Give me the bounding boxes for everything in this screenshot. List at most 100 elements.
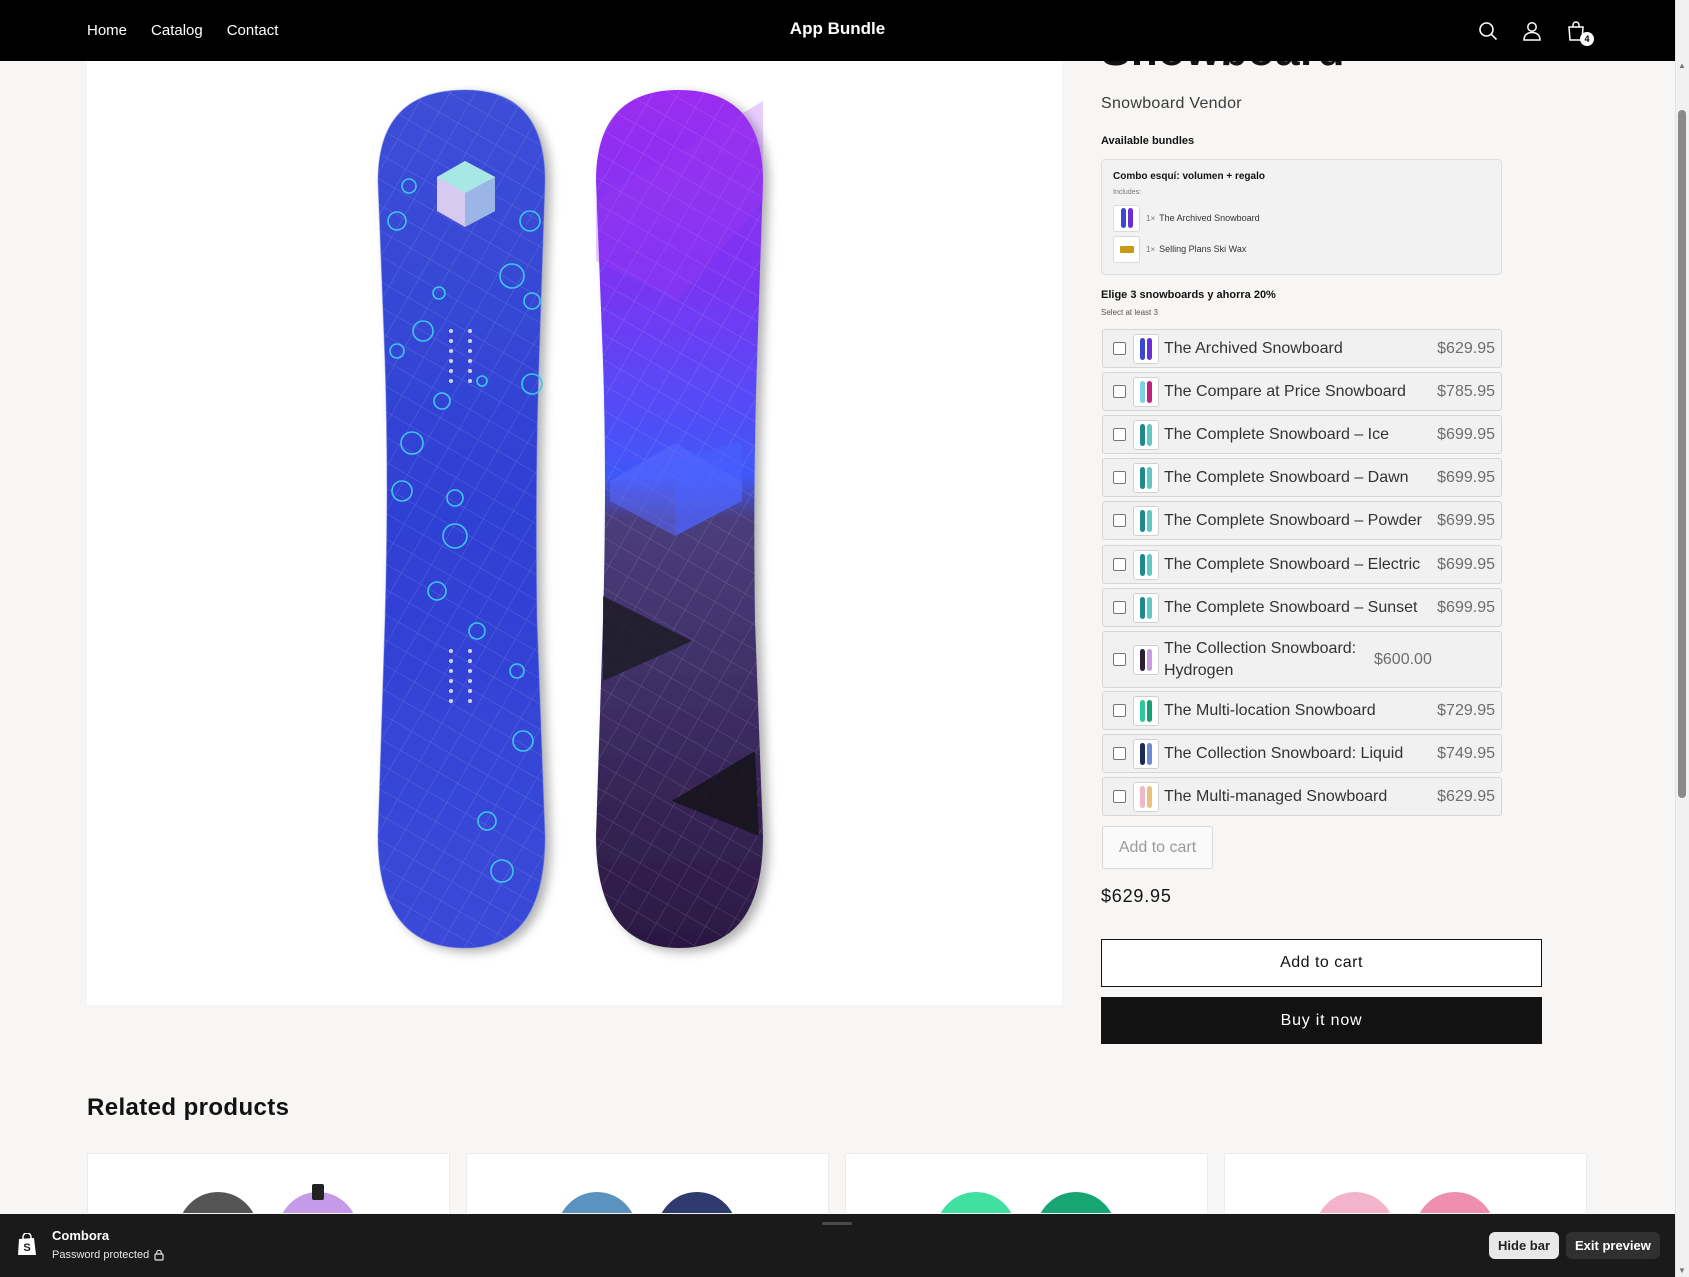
snowboard-thumbnail xyxy=(1133,419,1159,450)
snowboard-thumbnail xyxy=(1133,738,1159,769)
store-name: Combora xyxy=(52,1228,110,1243)
shopify-bag-icon: S xyxy=(18,1233,36,1255)
ski-wax-thumbnail xyxy=(1113,235,1140,263)
cart-icon[interactable]: 4 xyxy=(1564,19,1594,46)
snowboard-thumbnail xyxy=(1133,695,1159,726)
option-price: $699.95 xyxy=(1437,511,1495,529)
combo-title: Combo esquí: volumen + regalo xyxy=(1113,171,1265,182)
related-product-card[interactable] xyxy=(845,1153,1208,1213)
option-price: $699.95 xyxy=(1437,468,1495,486)
option-checkbox[interactable] xyxy=(1113,471,1126,484)
svg-text:S: S xyxy=(23,1242,30,1254)
related-product-card[interactable] xyxy=(1224,1153,1587,1213)
combo-item-qty: 1× xyxy=(1146,244,1156,254)
combo-item: 1× Selling Plans Ski Wax xyxy=(1113,235,1246,263)
option-name: The Compare at Price Snowboard xyxy=(1164,382,1406,400)
combo-bundle-card[interactable]: Combo esquí: volumen + regalo Includes: … xyxy=(1101,159,1502,275)
option-checkbox[interactable] xyxy=(1113,558,1126,571)
combo-item: 1× The Archived Snowboard xyxy=(1113,204,1260,232)
related-product-image xyxy=(940,1192,1112,1213)
option-price: $749.95 xyxy=(1437,744,1495,762)
related-product-image xyxy=(182,1184,354,1213)
account-icon[interactable] xyxy=(1520,19,1544,43)
related-products-heading: Related products xyxy=(87,1094,290,1121)
option-name: The Complete Snowboard – Powder xyxy=(1164,511,1422,529)
password-status: Password protected xyxy=(52,1249,164,1261)
option-checkbox[interactable] xyxy=(1113,514,1126,527)
related-product-card[interactable] xyxy=(87,1153,450,1213)
nav-contact[interactable]: Contact xyxy=(227,22,279,39)
nav-catalog[interactable]: Catalog xyxy=(151,22,203,39)
related-product-image xyxy=(561,1192,733,1213)
option-price: $699.95 xyxy=(1437,598,1495,616)
bundle-option[interactable]: The Compare at Price Snowboard $785.95 xyxy=(1102,372,1502,411)
page-scrollbar[interactable]: ▲ ▼ xyxy=(1675,0,1689,1277)
related-product-card[interactable] xyxy=(466,1153,829,1213)
snowboard-thumbnail xyxy=(1133,549,1159,580)
bundle-option[interactable]: The Collection Snowboard: Liquid $749.95 xyxy=(1102,734,1502,773)
snowboard-thumbnail xyxy=(1133,592,1159,623)
bundles-heading: Available bundles xyxy=(1101,135,1195,147)
option-checkbox[interactable] xyxy=(1113,428,1126,441)
add-to-cart-button[interactable]: Add to cart xyxy=(1101,939,1542,987)
snowboard-thumbnail xyxy=(1133,505,1159,536)
option-checkbox[interactable] xyxy=(1113,747,1126,760)
option-price: $785.95 xyxy=(1437,382,1495,400)
bundle-add-to-cart-button[interactable]: Add to cart xyxy=(1102,826,1213,869)
site-header: Home Catalog Contact App Bundle 4 xyxy=(0,0,1675,61)
option-checkbox[interactable] xyxy=(1113,385,1126,398)
snowboard-thumbnail xyxy=(1133,781,1159,812)
preview-bar: S Combora Password protected Hide bar Ex… xyxy=(0,1214,1675,1277)
choose-bundle-title: Elige 3 snowboards y ahorra 20% xyxy=(1101,289,1276,301)
product-image xyxy=(377,89,763,949)
combo-includes-label: Includes: xyxy=(1113,189,1142,196)
option-name: The Collection Snowboard: Hydrogen xyxy=(1164,639,1357,679)
snowboard-thumbnail xyxy=(1133,644,1159,675)
hide-bar-button[interactable]: Hide bar xyxy=(1489,1232,1560,1259)
option-price: $729.95 xyxy=(1437,701,1495,719)
snowboard-thumbnail xyxy=(1133,462,1159,493)
combo-item-qty: 1× xyxy=(1146,213,1156,223)
option-name: The Complete Snowboard – Electric xyxy=(1164,555,1421,573)
scroll-up-arrow-icon[interactable]: ▲ xyxy=(1678,62,1686,70)
option-name: The Complete Snowboard – Dawn xyxy=(1164,468,1409,486)
buy-now-button[interactable]: Buy it now xyxy=(1101,997,1542,1044)
option-checkbox[interactable] xyxy=(1113,601,1126,614)
bundle-option[interactable]: The Complete Snowboard – Electric $699.9… xyxy=(1102,545,1502,584)
product-media[interactable] xyxy=(87,61,1062,1005)
option-checkbox[interactable] xyxy=(1113,790,1126,803)
snowboard-thumbnail xyxy=(1133,333,1159,364)
bundle-option[interactable]: The Complete Snowboard – Sunset $699.95 xyxy=(1102,588,1502,627)
bundle-option[interactable]: The Complete Snowboard – Powder $699.95 xyxy=(1102,501,1502,540)
bundle-option[interactable]: The Multi-location Snowboard $729.95 xyxy=(1102,691,1502,730)
bundle-option[interactable]: The Archived Snowboard $629.95 xyxy=(1102,329,1502,368)
bundle-option[interactable]: The Complete Snowboard – Dawn $699.95 xyxy=(1102,458,1502,497)
combo-item-name: The Archived Snowboard xyxy=(1159,213,1260,223)
option-checkbox[interactable] xyxy=(1113,704,1126,717)
exit-preview-button[interactable]: Exit preview xyxy=(1566,1232,1660,1259)
lock-icon xyxy=(154,1249,164,1261)
header-icons: 4 xyxy=(1476,0,1594,61)
option-checkbox[interactable] xyxy=(1113,342,1126,355)
preview-bar-handle[interactable] xyxy=(822,1222,852,1225)
main-nav: Home Catalog Contact xyxy=(87,0,278,61)
bundle-option[interactable]: The Collection Snowboard: Hydrogen $600.… xyxy=(1102,631,1502,688)
option-price: $699.95 xyxy=(1437,425,1495,443)
related-product-image xyxy=(1319,1192,1491,1213)
option-price: $629.95 xyxy=(1437,339,1495,357)
scroll-down-arrow-icon[interactable]: ▼ xyxy=(1678,1267,1686,1275)
bundle-option[interactable]: The Complete Snowboard – Ice $699.95 xyxy=(1102,415,1502,454)
snowboard-thumbnail xyxy=(1113,204,1140,232)
nav-home[interactable]: Home xyxy=(87,22,127,39)
option-name: The Complete Snowboard – Ice xyxy=(1164,425,1390,443)
bundle-option[interactable]: The Multi-managed Snowboard $629.95 xyxy=(1102,777,1502,816)
option-name: The Collection Snowboard: Liquid xyxy=(1164,744,1404,762)
option-checkbox[interactable] xyxy=(1113,653,1126,666)
choose-bundle-subtitle: Select at least 3 xyxy=(1101,308,1158,317)
option-price: $699.95 xyxy=(1437,555,1495,573)
search-icon[interactable] xyxy=(1476,19,1500,43)
scrollbar-thumb[interactable] xyxy=(1678,110,1686,798)
option-name: The Multi-location Snowboard xyxy=(1164,701,1376,719)
cart-count-badge: 4 xyxy=(1580,31,1594,46)
store-brand[interactable]: App Bundle xyxy=(790,19,885,38)
